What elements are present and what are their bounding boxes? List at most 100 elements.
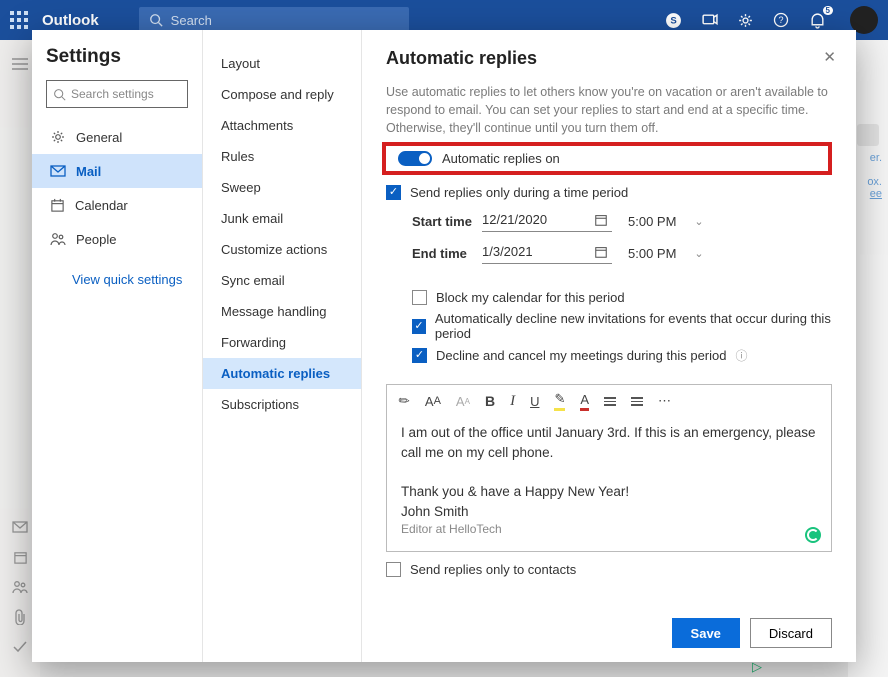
nav-label: Calendar (75, 198, 128, 213)
people-icon (50, 232, 66, 246)
nav-people[interactable]: People (46, 222, 188, 256)
section-customize[interactable]: Customize actions (203, 234, 361, 265)
contacts-only-row: Send replies only to contacts (386, 562, 832, 577)
dialog-footer: Save Discard (386, 608, 832, 648)
mail-icon (50, 165, 66, 177)
section-junk[interactable]: Junk email (203, 203, 361, 234)
view-quick-settings-link[interactable]: View quick settings (72, 272, 188, 287)
bg-link: ee (854, 188, 882, 200)
editor-body[interactable]: I am out of the office until January 3rd… (387, 417, 831, 550)
info-icon[interactable]: ⓘ (736, 347, 748, 364)
pen-icon[interactable]: ✎ (395, 392, 414, 411)
end-time-value: 5:00 PM (628, 246, 676, 261)
app-launcher-icon[interactable] (10, 11, 28, 29)
skype-icon[interactable]: S (664, 11, 682, 29)
nav-general[interactable]: General (46, 120, 188, 154)
more-button[interactable] (658, 393, 671, 409)
attach-rail-icon[interactable] (10, 607, 30, 627)
section-layout[interactable]: Layout (203, 48, 361, 79)
numbering-button[interactable] (631, 397, 643, 406)
msg-signature: Editor at HelloTech (401, 521, 817, 538)
toggle-label: Automatic replies on (442, 151, 560, 166)
settings-gear-icon[interactable] (736, 11, 754, 29)
nav-mail[interactable]: Mail (32, 154, 202, 188)
start-label: Start time (412, 214, 482, 229)
section-sweep[interactable]: Sweep (203, 172, 361, 203)
discard-button[interactable]: Discard (750, 618, 832, 648)
decline-new-checkbox[interactable] (412, 319, 426, 334)
end-time-select[interactable]: 5:00 PM ⌄ (628, 246, 704, 261)
people-rail-icon[interactable] (10, 577, 30, 597)
section-autoreplies[interactable]: Automatic replies (203, 358, 361, 389)
notif-badge: 5 (823, 6, 833, 15)
italic-button[interactable]: I (510, 393, 515, 410)
save-button[interactable]: Save (672, 618, 740, 648)
font-decrease-icon[interactable]: AA (456, 394, 470, 409)
decline-cancel-checkbox[interactable] (412, 348, 427, 363)
highlight-box: Automatic replies on (382, 142, 832, 175)
nav-label: Mail (76, 164, 101, 179)
underline-button[interactable]: U (530, 394, 539, 409)
time-period-row: Send replies only during a time period (386, 185, 832, 200)
start-date-input[interactable]: 12/21/2020 (482, 210, 612, 232)
brand-label: Outlook (42, 12, 99, 29)
start-time-select[interactable]: 5:00 PM ⌄ (628, 214, 704, 229)
settings-dialog: Settings Search settings General Mail Ca… (32, 30, 856, 662)
contacts-only-checkbox[interactable] (386, 562, 401, 577)
font-increase-icon[interactable]: AA (425, 394, 441, 409)
settings-title: Settings (46, 46, 188, 68)
end-label: End time (412, 246, 482, 261)
bullets-button[interactable] (604, 397, 616, 406)
section-forwarding[interactable]: Forwarding (203, 327, 361, 358)
bold-button[interactable]: B (485, 393, 495, 409)
editor-toolbar: ✎ AA AA B I U ✎ A (387, 385, 831, 417)
start-time-value: 5:00 PM (628, 214, 676, 229)
contacts-only-label: Send replies only to contacts (410, 562, 576, 577)
settings-sections: Layout Compose and reply Attachments Rul… (202, 30, 362, 662)
block-label: Block my calendar for this period (436, 290, 625, 305)
mail-rail-icon[interactable] (10, 517, 30, 537)
chevron-down-icon: ⌄ (694, 215, 703, 228)
chevron-down-icon: ⌄ (694, 247, 703, 260)
settings-search-placeholder: Search settings (71, 87, 154, 101)
teams-icon[interactable] (700, 11, 718, 29)
check-rail-icon[interactable] (10, 637, 30, 657)
calendar-icon (594, 213, 608, 227)
close-button[interactable]: ✕ (823, 48, 836, 66)
calendar-rail-icon[interactable] (10, 547, 30, 567)
settings-search-input[interactable]: Search settings (46, 80, 188, 108)
sub-options: Block my calendar for this period Automa… (412, 284, 832, 370)
msg-line: I am out of the office until January 3rd… (401, 423, 817, 462)
section-msghandling[interactable]: Message handling (203, 296, 361, 327)
help-icon[interactable]: ? (772, 11, 790, 29)
nav-calendar[interactable]: Calendar (46, 188, 188, 222)
play-icon[interactable]: ▷ (752, 659, 762, 675)
block-checkbox[interactable] (412, 290, 427, 305)
highlight-button[interactable]: ✎ (554, 391, 565, 411)
decline-cancel-label: Decline and cancel my meetings during th… (436, 348, 727, 363)
notifications-icon[interactable]: 5 (808, 11, 826, 29)
svg-text:S: S (670, 15, 676, 26)
section-rules[interactable]: Rules (203, 141, 361, 172)
msg-line: Thank you & have a Happy New Year! (401, 482, 817, 502)
section-subscriptions[interactable]: Subscriptions (203, 389, 361, 420)
grammarly-icon[interactable] (805, 527, 821, 543)
section-attachments[interactable]: Attachments (203, 110, 361, 141)
font-color-button[interactable]: A (580, 392, 589, 411)
decline-new-row: Automatically decline new invitations fo… (412, 311, 832, 341)
nav-label: People (76, 232, 116, 247)
time-period-checkbox[interactable] (386, 185, 401, 200)
section-sync[interactable]: Sync email (203, 265, 361, 296)
time-period-label: Send replies only during a time period (410, 185, 628, 200)
end-date-input[interactable]: 1/3/2021 (482, 242, 612, 264)
msg-line: John Smith (401, 502, 817, 522)
search-placeholder: Search (171, 13, 212, 28)
nav-label: General (76, 130, 122, 145)
hamburger-icon[interactable] (10, 54, 30, 74)
gear-icon (50, 129, 66, 145)
message-editor: ✎ AA AA B I U ✎ A I am out of the office… (386, 384, 832, 551)
end-row: End time 1/3/2021 5:00 PM ⌄ (412, 242, 832, 264)
section-compose[interactable]: Compose and reply (203, 79, 361, 110)
autoreplies-toggle[interactable] (398, 151, 432, 166)
decline-cancel-row: Decline and cancel my meetings during th… (412, 347, 832, 364)
